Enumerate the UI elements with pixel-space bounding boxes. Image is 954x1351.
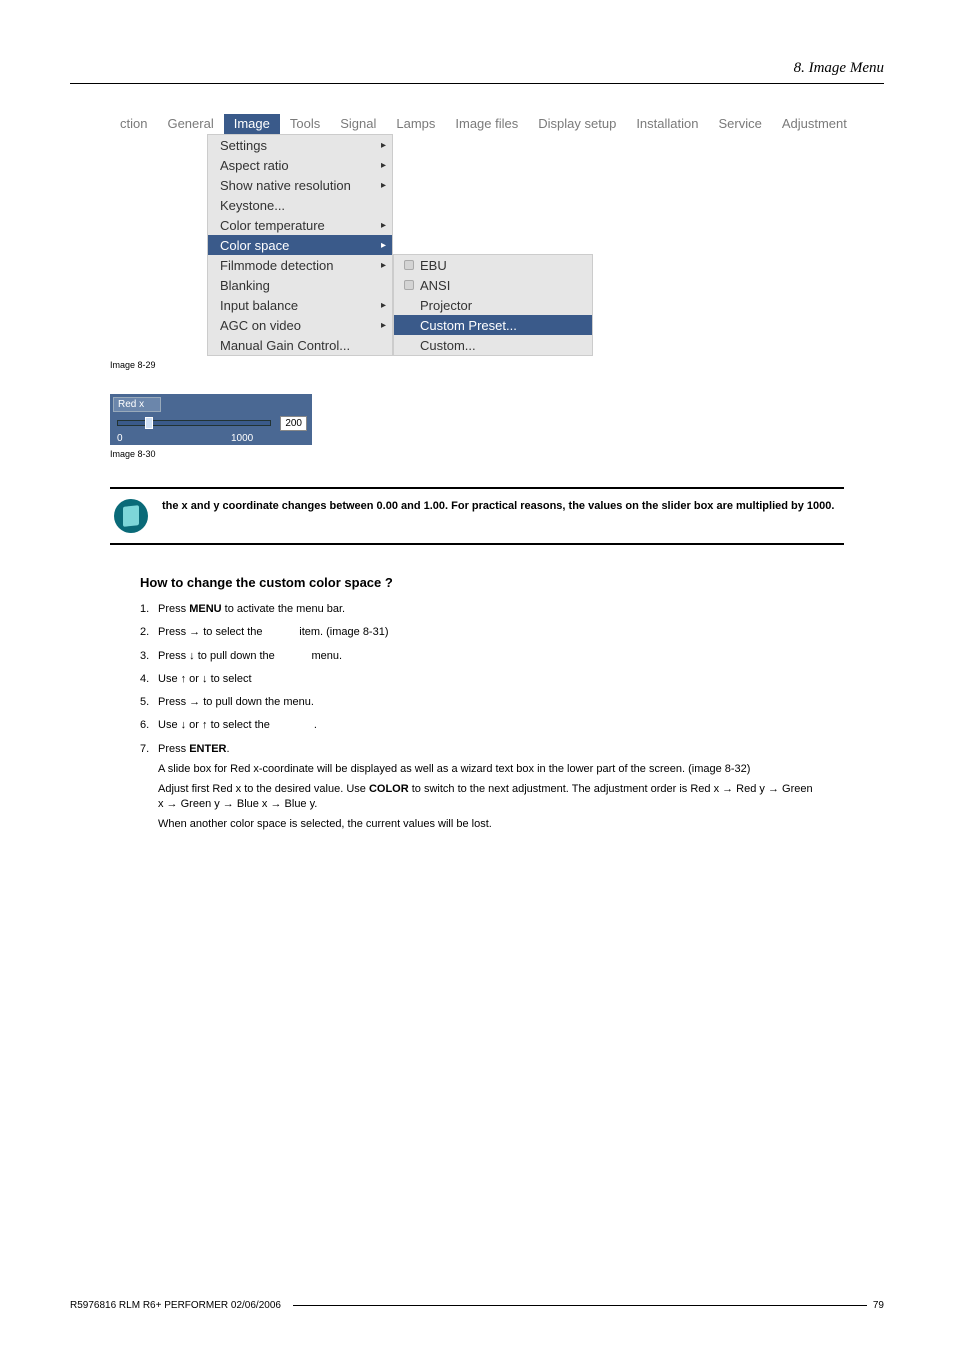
footer-rule: [293, 1305, 867, 1306]
footer-page: 79: [873, 1300, 884, 1311]
colorspace-submenu-item[interactable]: ANSI: [394, 275, 592, 295]
menubar: ctionGeneralImageToolsSignalLampsImage f…: [110, 114, 884, 134]
step-6-a: Use ↓ or ↑ to select the: [158, 719, 273, 731]
image-menu-item[interactable]: Show native resolution▸: [208, 175, 392, 195]
header-rule: [70, 83, 884, 84]
redx-max: 1000: [231, 433, 253, 444]
image-menu-item[interactable]: Settings▸: [208, 135, 392, 155]
step-2-c: item. (image 8-31): [296, 626, 388, 638]
submenu-arrow-icon: ▸: [381, 220, 386, 231]
menu-screenshot: ctionGeneralImageToolsSignalLampsImage f…: [110, 114, 884, 356]
submenu-arrow-icon: ▸: [381, 180, 386, 191]
menubar-item-installation[interactable]: Installation: [626, 114, 708, 134]
step-7-c: .: [226, 743, 229, 755]
colorspace-submenu-item[interactable]: Custom...: [394, 335, 592, 355]
step-1-bold: MENU: [189, 603, 221, 615]
color-space-submenu: EBUANSIProjectorCustom Preset...Custom..…: [393, 254, 593, 356]
menubar-item-lamps[interactable]: Lamps: [386, 114, 445, 134]
step-5: Press → to pull down the menu.: [158, 696, 314, 708]
menubar-item-adjustment[interactable]: Adjustment: [772, 114, 857, 134]
menubar-item-image-files[interactable]: Image files: [445, 114, 528, 134]
step-2-a: Press → to select the: [158, 626, 266, 638]
image-menu-item[interactable]: Aspect ratio▸: [208, 155, 392, 175]
howto-heading: How to change the custom color space ?: [140, 575, 884, 590]
step-7-p3: When another color space is selected, th…: [158, 817, 814, 831]
redx-thumb[interactable]: [145, 417, 153, 429]
menubar-item-image[interactable]: Image: [224, 114, 280, 134]
step-7-a: Press: [158, 743, 189, 755]
image-menu-item[interactable]: Color temperature▸: [208, 215, 392, 235]
redx-track[interactable]: [117, 420, 271, 426]
image-menu-item[interactable]: Color space▸: [208, 235, 392, 255]
menubar-item-ction[interactable]: ction: [110, 114, 157, 134]
submenu-arrow-icon: ▸: [381, 260, 386, 271]
image-menu-item[interactable]: Input balance▸: [208, 295, 392, 315]
step-6-c: .: [311, 719, 317, 731]
image-menu-item[interactable]: Filmmode detection▸: [208, 255, 392, 275]
submenu-arrow-icon: ▸: [381, 240, 386, 251]
image-menu-item[interactable]: Blanking: [208, 275, 392, 295]
page-footer: R5976816 RLM R6+ PERFORMER 02/06/2006 79: [70, 1299, 884, 1311]
step-1-a: Press: [158, 603, 189, 615]
menubar-item-tools[interactable]: Tools: [280, 114, 330, 134]
note-text: the x and y coordinate changes between 0…: [162, 499, 834, 513]
footer-left: R5976816 RLM R6+ PERFORMER 02/06/2006: [70, 1300, 287, 1311]
image-menu-item[interactable]: Keystone...: [208, 195, 392, 215]
colorspace-submenu-item[interactable]: Projector: [394, 295, 592, 315]
step-4-a: Use ↑ or ↓ to select: [158, 673, 255, 685]
image-dropdown-menu: Settings▸Aspect ratio▸Show native resolu…: [207, 134, 393, 356]
submenu-arrow-icon: ▸: [381, 160, 386, 171]
step-3-a: Press ↓ to pull down the: [158, 650, 278, 662]
colorspace-submenu-item[interactable]: Custom Preset...: [394, 315, 592, 335]
step-3-c: menu.: [308, 650, 342, 662]
redx-value: 200: [280, 416, 307, 431]
redx-title: Red x: [113, 397, 161, 412]
menubar-item-general[interactable]: General: [157, 114, 223, 134]
submenu-arrow-icon: ▸: [381, 300, 386, 311]
step-1-c: to activate the menu bar.: [222, 603, 346, 615]
step-7-bold: ENTER: [189, 743, 226, 755]
radio-bullet-icon: [404, 280, 414, 290]
step-7-p2b: COLOR: [369, 783, 409, 795]
redx-slider-box: Red x 200 0 1000: [110, 394, 312, 445]
image-caption-8-30: Image 8-30: [110, 449, 884, 459]
redx-min: 0: [117, 433, 123, 444]
radio-bullet-icon: [404, 260, 414, 270]
image-caption-8-29: Image 8-29: [110, 360, 884, 370]
menubar-item-display-setup[interactable]: Display setup: [528, 114, 626, 134]
submenu-arrow-icon: ▸: [381, 140, 386, 151]
menubar-item-signal[interactable]: Signal: [330, 114, 386, 134]
submenu-arrow-icon: ▸: [381, 320, 386, 331]
step-7-p1: A slide box for Red x-coordinate will be…: [158, 762, 814, 776]
colorspace-submenu-item[interactable]: EBU: [394, 255, 592, 275]
note-icon: [114, 499, 148, 533]
note-block: the x and y coordinate changes between 0…: [110, 487, 844, 545]
howto-steps: 1.Press MENU to activate the menu bar. 2…: [140, 602, 814, 831]
image-menu-item[interactable]: AGC on video▸: [208, 315, 392, 335]
image-menu-item[interactable]: Manual Gain Control...: [208, 335, 392, 355]
page-header-chapter: 8. Image Menu: [70, 60, 884, 77]
menubar-item-service[interactable]: Service: [708, 114, 771, 134]
step-7-p2a: Adjust first Red x to the desired value.…: [158, 783, 369, 795]
